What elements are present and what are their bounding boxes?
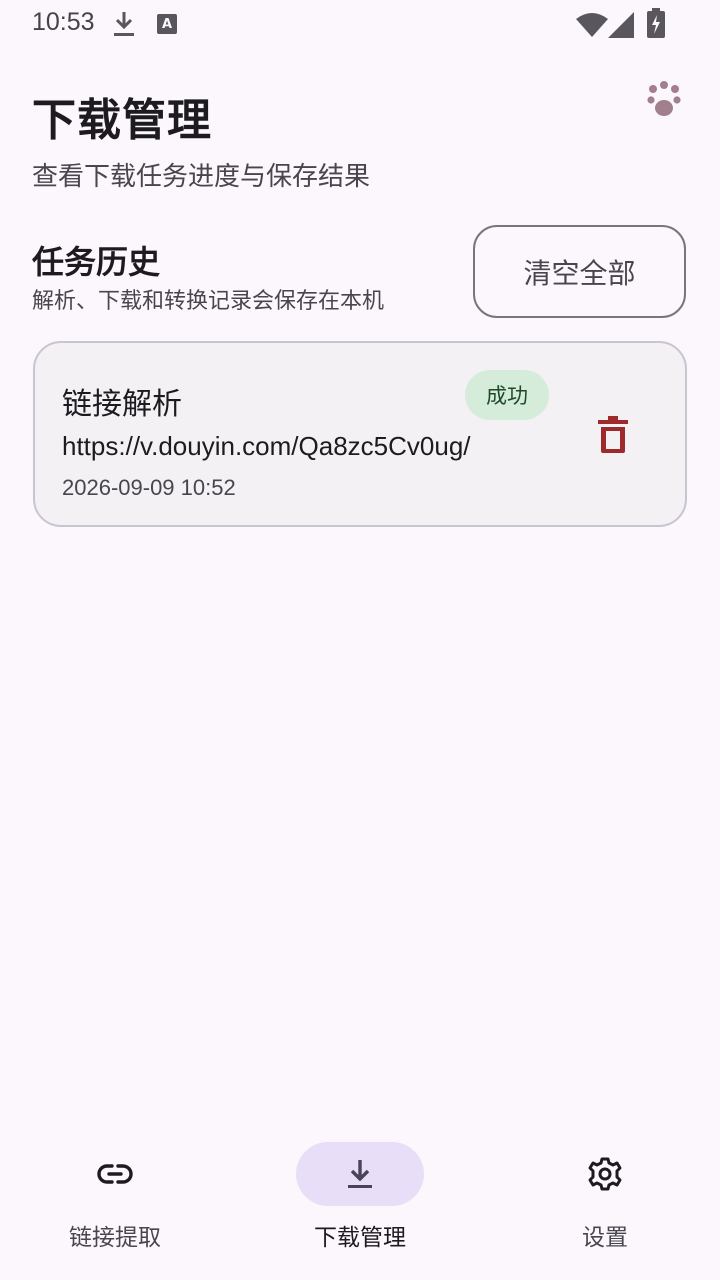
nav-label-settings: 设置 bbox=[582, 1225, 628, 1251]
battery-charging-icon bbox=[646, 8, 666, 42]
keyboard-a-icon: A bbox=[156, 13, 178, 39]
link-icon bbox=[97, 1164, 133, 1184]
gear-icon bbox=[588, 1157, 622, 1191]
delete-button[interactable] bbox=[591, 413, 635, 457]
nav-label-downloads: 下载管理 bbox=[314, 1225, 406, 1251]
bottom-nav: 链接提取 下载管理 设置 bbox=[0, 1120, 720, 1280]
nav-item-link-extract[interactable]: 链接提取 bbox=[15, 1142, 215, 1262]
page-subtitle: 查看下载任务进度与保存结果 bbox=[32, 162, 371, 192]
nav-label-link-extract: 链接提取 bbox=[69, 1225, 161, 1251]
clear-all-button[interactable]: 清空全部 bbox=[473, 225, 686, 318]
wifi-icon bbox=[576, 12, 608, 42]
section-title: 任务历史 bbox=[32, 243, 161, 281]
download-icon bbox=[112, 10, 136, 42]
status-bar: 10:53 A bbox=[0, 0, 720, 48]
section-subtitle: 解析、下载和转换记录会保存在本机 bbox=[32, 289, 385, 314]
task-card[interactable]: 链接解析 成功 https://v.douyin.com/Qa8zc5Cv0ug… bbox=[33, 341, 687, 527]
svg-text:A: A bbox=[162, 17, 172, 32]
download-icon bbox=[348, 1160, 372, 1188]
task-url: https://v.douyin.com/Qa8zc5Cv0ug/ bbox=[62, 431, 471, 461]
task-time: 2026-09-09 10:52 bbox=[62, 475, 236, 500]
nav-item-settings[interactable]: 设置 bbox=[505, 1142, 705, 1262]
paw-icon[interactable] bbox=[644, 80, 684, 120]
status-time: 10:53 bbox=[32, 8, 95, 36]
task-type: 链接解析 bbox=[62, 387, 182, 422]
delete-icon bbox=[598, 416, 628, 453]
status-badge: 成功 bbox=[465, 370, 549, 420]
nav-item-downloads[interactable]: 下载管理 bbox=[260, 1142, 460, 1262]
signal-icon bbox=[608, 12, 634, 42]
page-title: 下载管理 bbox=[32, 95, 212, 146]
